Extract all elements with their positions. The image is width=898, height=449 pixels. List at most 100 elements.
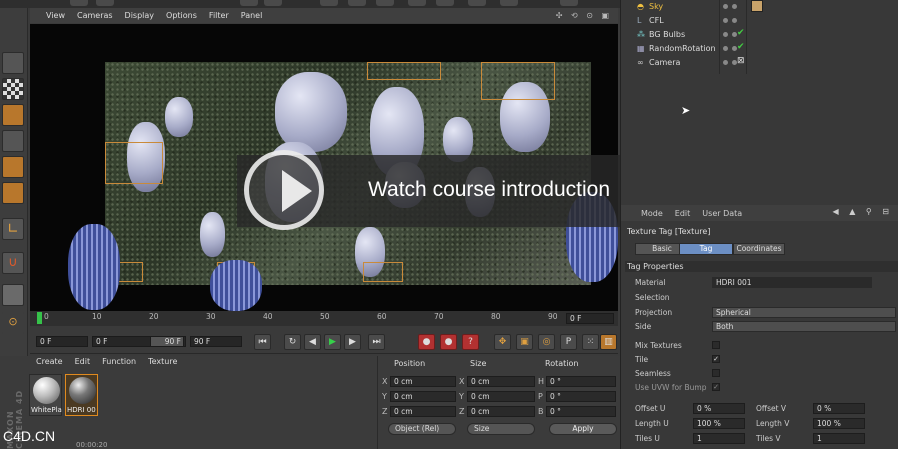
mix-textures-checkbox[interactable] [712,341,720,349]
material-swatch[interactable]: WhitePlas [29,374,62,416]
tile-checkbox[interactable]: ✓ [712,355,720,363]
axis-icon[interactable]: ∟ [2,218,24,240]
menu-edit[interactable]: Edit [75,357,91,366]
seamless-checkbox[interactable] [712,369,720,377]
polygon-grid-icon[interactable] [2,104,24,126]
size-z-field[interactable]: 0 cm [467,406,535,417]
menu-function[interactable]: Function [102,357,136,366]
parameter-key-icon[interactable]: P [560,334,577,350]
previous-frame-icon[interactable]: ◀ [304,334,321,350]
toolbar-button[interactable] [500,0,518,6]
rotation-p-field[interactable]: 0 ° [546,391,616,402]
toolbar-button[interactable] [240,0,258,6]
menu-panel[interactable]: Panel [241,11,263,20]
material-swatch-selected[interactable]: HDRI 00 [65,374,98,416]
toolbar-button[interactable] [560,0,578,6]
size-y-field[interactable]: 0 cm [467,391,535,402]
size-mode-dropdown[interactable]: Size [467,423,535,435]
object-row[interactable]: ⁂ BG Bulbs ✔ [621,28,898,42]
rotation-b-field[interactable]: 0 ° [546,406,616,417]
object-row[interactable]: L CFL [621,14,898,28]
apply-button[interactable]: Apply [549,423,617,435]
checkmark-icon[interactable]: ✔ [737,28,745,38]
toolbar-button[interactable] [468,0,486,6]
length-v-field[interactable]: 100 % [813,418,865,429]
material-tag-icon[interactable] [751,0,763,12]
toolbar-button[interactable] [70,0,88,6]
tab-tag[interactable]: Tag [679,243,733,255]
menu-filter[interactable]: Filter [209,11,229,20]
menu-options[interactable]: Options [166,11,197,20]
menu-edit[interactable]: Edit [675,209,691,218]
lock-icon[interactable] [2,284,24,306]
menu-user-data[interactable]: User Data [702,209,742,218]
object-row[interactable]: ∞ Camera ⊠ [621,56,898,70]
menu-create[interactable]: Create [36,357,63,366]
tiles-v-field[interactable]: 1 [813,433,865,444]
toolbar-button[interactable] [436,0,454,6]
material-field[interactable]: HDRI 001 [712,277,872,288]
rotate-key-icon[interactable]: ◎ [538,334,555,350]
autokey-icon[interactable]: ● [440,334,457,350]
tab-coordinates[interactable]: Coordinates [733,243,785,255]
cube-icon[interactable] [2,52,24,74]
toolbar-button[interactable] [408,0,426,6]
nav-arrows-icon[interactable]: ◀ ▲ ⚲ ⊟ [833,207,894,216]
play-forward-icon[interactable]: ▶ [324,334,341,350]
timeline-ruler[interactable]: 0 10 20 30 40 50 60 70 80 90 0 F [30,311,618,326]
go-to-end-icon[interactable]: ⏭ [368,334,385,350]
length-u-field[interactable]: 100 % [693,418,745,429]
tiles-u-field[interactable]: 1 [693,433,745,444]
go-to-start-icon[interactable]: ⏮ [254,334,271,350]
points-mode-icon[interactable] [2,130,24,152]
menu-view[interactable]: View [46,11,65,20]
rotation-h-field[interactable]: 0 ° [546,376,616,387]
camera-target-icon[interactable]: ⊠ [737,56,745,66]
menu-display[interactable]: Display [125,11,155,20]
record-icon[interactable]: ● [418,334,435,350]
scale-key-icon[interactable]: ▣ [516,334,533,350]
position-y-field[interactable]: 0 cm [390,391,456,402]
viewport-nav-icons[interactable]: ✣ ⟲ ⊙ ▣ [556,11,612,20]
edges-mode-icon[interactable] [2,156,24,178]
offset-u-field[interactable]: 0 % [693,403,745,414]
toolbar-button[interactable] [376,0,394,6]
playhead-marker[interactable] [37,312,42,324]
use-uvw-checkbox[interactable]: ✓ [712,383,720,391]
toolbar-button[interactable] [96,0,114,6]
object-name: Camera [649,58,681,67]
keyframe-selection-icon[interactable]: ? [462,334,479,350]
side-dropdown[interactable]: Both [712,321,896,332]
menu-texture[interactable]: Texture [148,357,177,366]
range-end-field[interactable]: 90 F [150,336,184,347]
menu-mode[interactable]: Mode [641,209,663,218]
object-row[interactable]: ▦ RandomRotation ✔ [621,42,898,56]
coordinate-mode-dropdown[interactable]: Object (Rel) [388,423,456,435]
magnet-icon[interactable]: ∪ [2,252,24,274]
size-x-field[interactable]: 0 cm [467,376,535,387]
point-level-icon[interactable]: ⁙ [582,334,599,350]
object-row[interactable]: ◓ Sky [621,0,898,14]
end-frame-field[interactable]: 90 F [190,336,242,347]
start-frame-field[interactable]: 0 F [36,336,88,347]
checker-icon[interactable] [2,78,24,100]
checkmark-icon[interactable]: ✔ [737,42,745,52]
tiles-v-label: Tiles V [756,434,781,443]
loop-icon[interactable]: ↻ [284,334,301,350]
move-key-icon[interactable]: ✥ [494,334,511,350]
polygons-mode-icon[interactable] [2,182,24,204]
workplane-icon[interactable]: ⊙ [2,312,24,334]
position-z-field[interactable]: 0 cm [390,406,456,417]
offset-v-field[interactable]: 0 % [813,403,865,414]
current-frame-field[interactable]: 0 F [566,313,614,324]
timeline-window-icon[interactable]: ▥ [600,334,617,350]
toolbar-button[interactable] [264,0,282,6]
play-triangle-icon[interactable] [282,170,312,212]
menu-cameras[interactable]: Cameras [77,11,113,20]
next-frame-icon[interactable]: ▶ [344,334,361,350]
toolbar-button[interactable] [348,0,366,6]
projection-dropdown[interactable]: Spherical [712,307,896,318]
overlay-caption[interactable]: Watch course introduction [368,178,610,202]
toolbar-button[interactable] [320,0,338,6]
position-x-field[interactable]: 0 cm [390,376,456,387]
